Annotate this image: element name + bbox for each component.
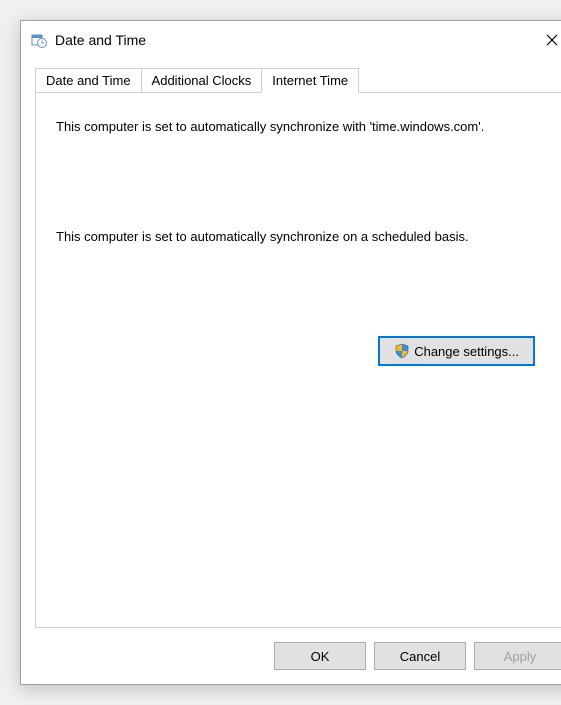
- tab-strip: Date and Time Additional Clocks Internet…: [35, 67, 561, 92]
- dialog-button-row: OK Cancel Apply: [21, 628, 561, 684]
- ok-button[interactable]: OK: [274, 642, 366, 670]
- tab-internet-time[interactable]: Internet Time: [261, 68, 359, 93]
- cancel-button[interactable]: Cancel: [374, 642, 466, 670]
- apply-button[interactable]: Apply: [474, 642, 561, 670]
- change-settings-label: Change settings...: [414, 344, 519, 359]
- sync-schedule-text: This computer is set to automatically sy…: [56, 227, 545, 247]
- change-settings-button[interactable]: Change settings...: [378, 336, 535, 366]
- window-title: Date and Time: [55, 32, 532, 48]
- sync-server-text: This computer is set to automatically sy…: [56, 117, 545, 137]
- uac-shield-icon: [394, 343, 410, 359]
- tab-date-and-time[interactable]: Date and Time: [35, 68, 142, 93]
- date-time-icon: [31, 32, 47, 48]
- tab-additional-clocks[interactable]: Additional Clocks: [141, 68, 263, 93]
- change-settings-row: Change settings...: [56, 336, 545, 366]
- date-time-dialog: Date and Time Date and Time Additional C…: [20, 20, 561, 685]
- content-area: Date and Time Additional Clocks Internet…: [21, 59, 561, 628]
- close-icon: [546, 34, 558, 46]
- internet-time-panel: This computer is set to automatically sy…: [35, 92, 561, 628]
- titlebar: Date and Time: [21, 21, 561, 59]
- close-button[interactable]: [532, 25, 561, 55]
